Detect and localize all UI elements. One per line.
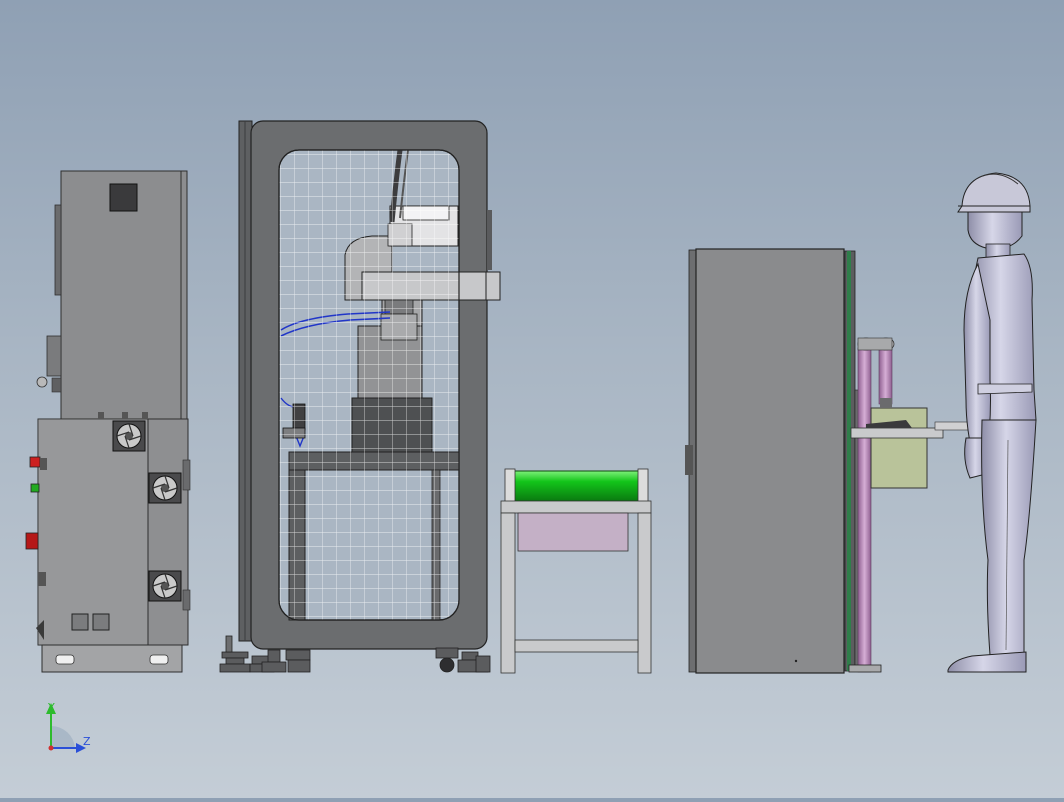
button-red[interactable] <box>29 456 41 468</box>
loading-station[interactable] <box>685 248 974 674</box>
conveyor-belt <box>508 470 646 502</box>
axis-y-label: Y <box>47 701 55 714</box>
electrical-cabinet[interactable] <box>25 170 191 673</box>
button-green[interactable] <box>30 483 40 493</box>
cabinet-handle[interactable] <box>46 335 62 377</box>
robot-workcell[interactable] <box>219 120 501 673</box>
cad-viewport[interactable]: Y Z <box>0 0 1064 798</box>
fan-icon <box>148 472 182 504</box>
button-emergency[interactable] <box>25 532 39 550</box>
fan-icon <box>112 420 146 452</box>
cabinet-window <box>109 183 138 212</box>
station-panel <box>870 407 928 489</box>
conveyor-bin <box>517 512 629 552</box>
axis-z-label: Z <box>83 735 91 748</box>
pipe-left <box>857 347 872 673</box>
fan-icon <box>148 570 182 602</box>
cabinet-knob[interactable] <box>36 376 48 388</box>
axis-triad: Y Z <box>46 701 91 753</box>
station-cabinet <box>695 248 845 674</box>
station-tray <box>850 427 944 439</box>
conveyor-stand[interactable] <box>500 468 652 674</box>
